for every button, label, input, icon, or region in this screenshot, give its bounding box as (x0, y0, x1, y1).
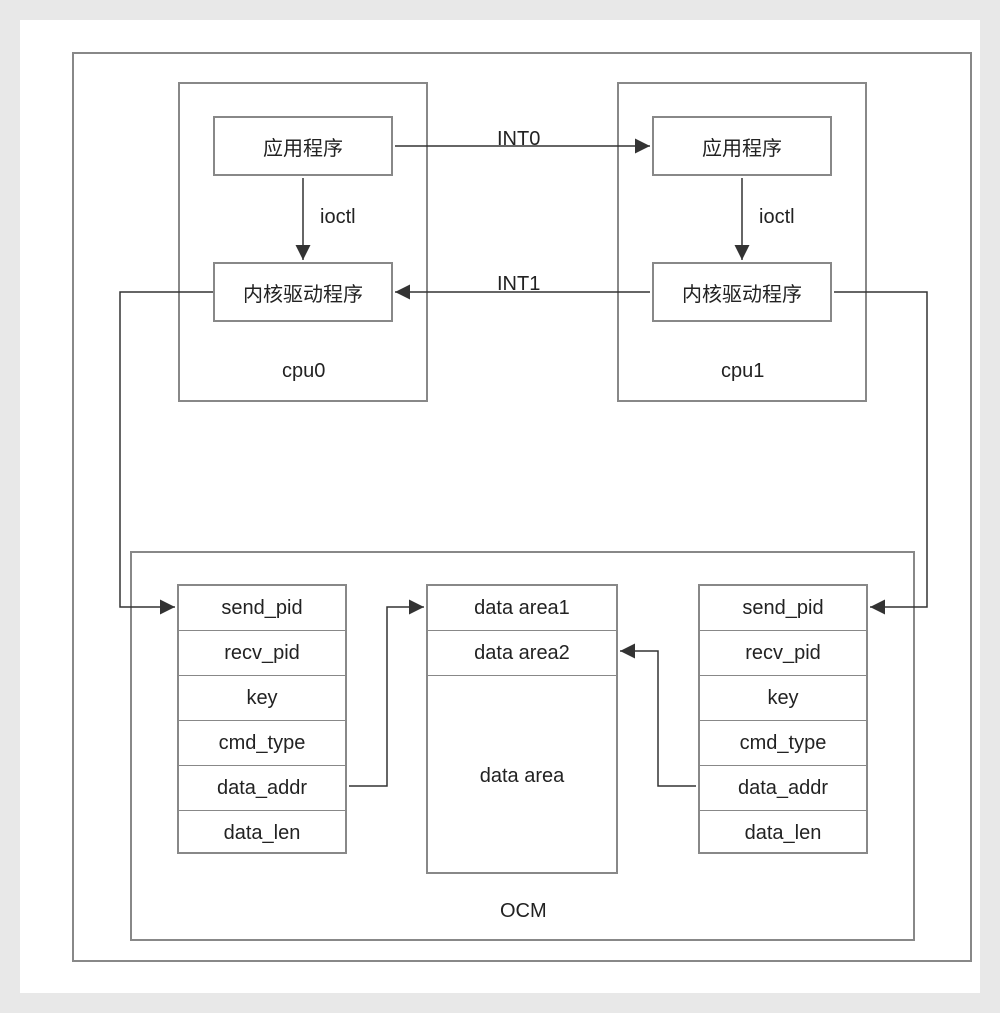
left-recv-pid: recv_pid (179, 631, 345, 676)
cpu1-driver-box: 内核驱动程序 (652, 262, 832, 322)
cpu0-ioctl-label: ioctl (320, 206, 356, 229)
diagram-canvas: 应用程序 内核驱动程序 ioctl cpu0 应用程序 内核驱动程序 ioctl… (20, 20, 980, 993)
ocm-right-col: send_pid recv_pid key cmd_type data_addr… (698, 584, 868, 854)
left-key: key (179, 676, 345, 721)
right-data-len: data_len (700, 811, 866, 856)
left-send-pid: send_pid (179, 586, 345, 631)
right-cmd-type: cmd_type (700, 721, 866, 766)
ocm-left-col: send_pid recv_pid key cmd_type data_addr… (177, 584, 347, 854)
data-area1: data area1 (428, 586, 616, 631)
cpu0-driver-box: 内核驱动程序 (213, 262, 393, 322)
data-area2: data area2 (428, 631, 616, 676)
cpu0-label: cpu0 (282, 360, 322, 383)
cpu0-app-box: 应用程序 (213, 116, 393, 176)
ocm-label: OCM (500, 900, 547, 923)
cpu1-ioctl-label: ioctl (759, 206, 795, 229)
data-area: data area (428, 676, 616, 876)
left-data-addr: data_addr (179, 766, 345, 811)
left-data-len: data_len (179, 811, 345, 856)
int1-label: INT1 (497, 273, 540, 296)
right-data-addr: data_addr (700, 766, 866, 811)
right-key: key (700, 676, 866, 721)
cpu1-app-box: 应用程序 (652, 116, 832, 176)
left-cmd-type: cmd_type (179, 721, 345, 766)
int0-label: INT0 (497, 128, 540, 151)
cpu1-label: cpu1 (721, 360, 761, 383)
ocm-data-area-col: data area1 data area2 data area (426, 584, 618, 874)
right-send-pid: send_pid (700, 586, 866, 631)
right-recv-pid: recv_pid (700, 631, 866, 676)
